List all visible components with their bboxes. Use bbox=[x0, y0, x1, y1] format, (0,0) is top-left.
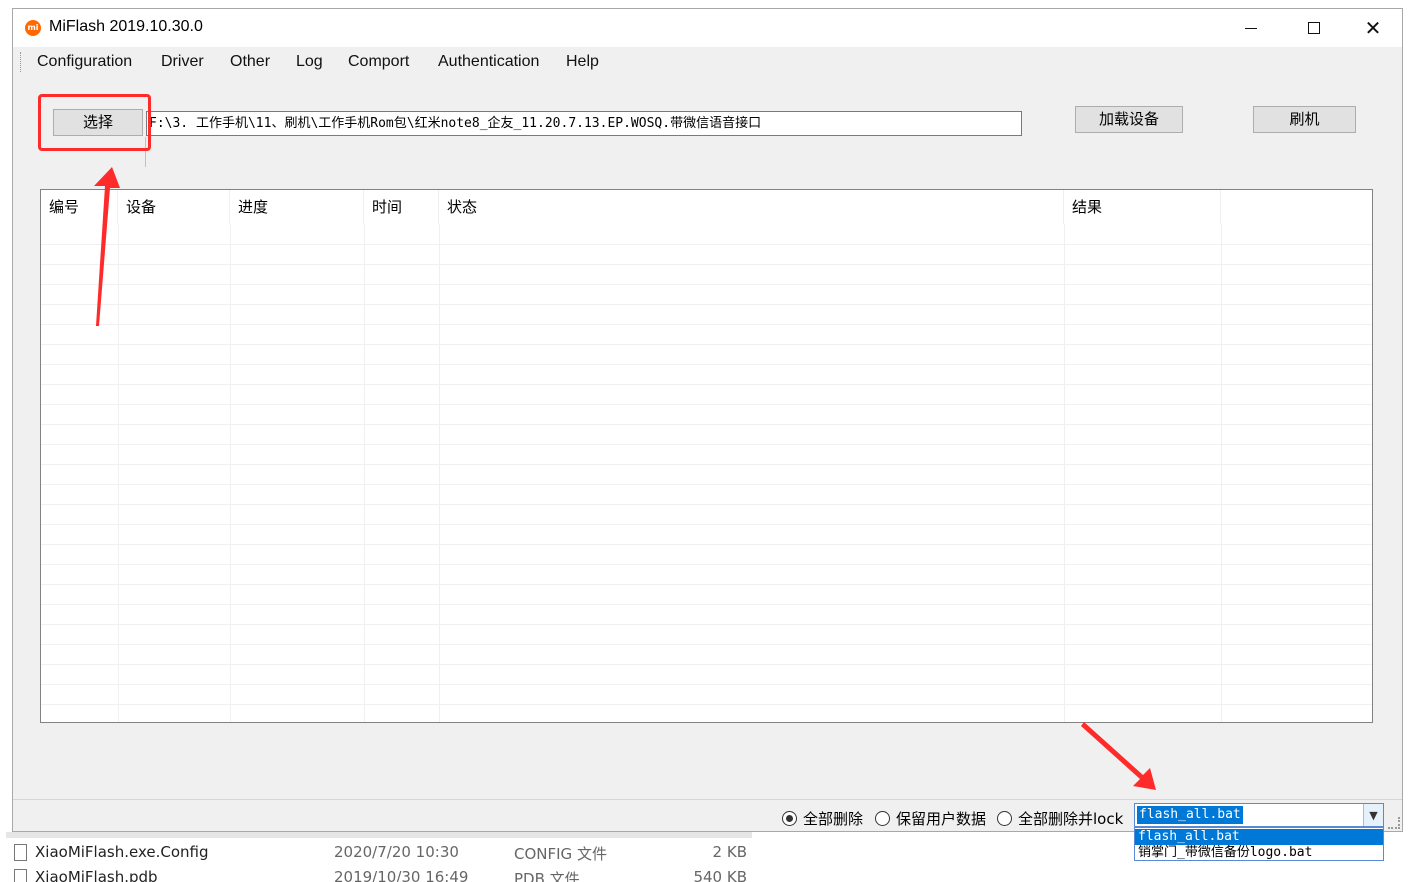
window-title: MiFlash 2019.10.30.0 bbox=[49, 18, 203, 35]
device-table[interactable]: 编号 设备 进度 时间 状态 结果 bbox=[40, 189, 1373, 723]
table-row bbox=[41, 404, 1372, 405]
column-divider bbox=[118, 224, 119, 722]
table-row bbox=[41, 624, 1372, 625]
file-size: 2 KB bbox=[712, 843, 747, 861]
file-type: PDB 文件 bbox=[514, 870, 580, 882]
table-row bbox=[41, 544, 1372, 545]
table-row bbox=[41, 704, 1372, 705]
table-row bbox=[41, 584, 1372, 585]
annotation-highlight-box bbox=[38, 94, 151, 151]
file-row[interactable]: XiaoMiFlash.exe.Config 2020/7/20 10:30 C… bbox=[0, 841, 760, 865]
table-row bbox=[41, 664, 1372, 665]
table-row bbox=[41, 684, 1372, 685]
menu-help[interactable]: Help bbox=[566, 53, 599, 71]
flash-script-dropdown: flash_all.bat 销掌门_带微信备份logo.bat bbox=[1134, 827, 1384, 861]
column-divider bbox=[439, 224, 440, 722]
column-header-status[interactable]: 状态 bbox=[439, 190, 1064, 224]
maximize-button[interactable] bbox=[1285, 9, 1343, 47]
radio-label: 保留用户数据 bbox=[896, 810, 987, 828]
radio-label: 全部删除并lock bbox=[1018, 810, 1124, 828]
background-strip bbox=[0, 0, 12, 882]
table-row bbox=[41, 244, 1372, 245]
minimize-icon bbox=[1245, 27, 1257, 29]
file-name: XiaoMiFlash.pdb bbox=[35, 868, 158, 882]
file-icon bbox=[14, 844, 27, 861]
table-row bbox=[41, 364, 1372, 365]
close-button[interactable]: ✕ bbox=[1344, 9, 1402, 47]
column-divider bbox=[1221, 224, 1222, 722]
flash-button[interactable]: 刷机 bbox=[1253, 106, 1356, 133]
table-row bbox=[41, 384, 1372, 385]
table-row bbox=[41, 344, 1372, 345]
radio-clean-all-and-lock[interactable]: 全部删除并lock bbox=[997, 808, 1123, 829]
column-header-time[interactable]: 时间 bbox=[364, 190, 439, 224]
table-row bbox=[41, 444, 1372, 445]
table-row bbox=[41, 484, 1372, 485]
column-header-result[interactable]: 结果 bbox=[1064, 190, 1221, 224]
resize-grip-icon[interactable] bbox=[1388, 817, 1400, 829]
table-row bbox=[41, 464, 1372, 465]
rom-path-field[interactable]: F:\3. 工作手机\11、刷机\工作手机Rom包\红米note8_企友_11.… bbox=[146, 111, 1022, 136]
menu-configuration[interactable]: Configuration bbox=[37, 53, 132, 71]
table-row bbox=[41, 284, 1372, 285]
flash-script-select[interactable]: flash_all.bat ▼ bbox=[1134, 803, 1384, 827]
radio-save-user-data[interactable]: 保留用户数据 bbox=[875, 808, 986, 829]
dropdown-option[interactable]: flash_all.bat bbox=[1135, 829, 1383, 845]
explorer-separator bbox=[6, 832, 752, 838]
close-icon: ✕ bbox=[1364, 16, 1382, 40]
table-row bbox=[41, 524, 1372, 525]
menu-authentication[interactable]: Authentication bbox=[438, 53, 539, 71]
table-row bbox=[41, 264, 1372, 265]
menu-bar: Configuration Driver Other Log Comport A… bbox=[13, 47, 1402, 77]
radio-clean-all[interactable]: 全部删除 bbox=[782, 808, 863, 829]
file-type: CONFIG 文件 bbox=[514, 845, 607, 863]
radio-icon bbox=[997, 811, 1012, 826]
file-date: 2019/10/30 16:49 bbox=[334, 868, 469, 882]
table-row bbox=[41, 564, 1372, 565]
file-row[interactable]: XiaoMiFlash.pdb 2019/10/30 16:49 PDB 文件 … bbox=[0, 866, 760, 882]
column-divider bbox=[230, 224, 231, 722]
file-size: 540 KB bbox=[693, 868, 747, 882]
radio-label: 全部删除 bbox=[803, 810, 864, 828]
maximize-icon bbox=[1308, 22, 1320, 34]
file-date: 2020/7/20 10:30 bbox=[334, 843, 459, 861]
file-name: XiaoMiFlash.exe.Config bbox=[35, 843, 209, 861]
table-row bbox=[41, 644, 1372, 645]
radio-icon bbox=[875, 811, 890, 826]
table-row bbox=[41, 604, 1372, 605]
table-row bbox=[41, 424, 1372, 425]
column-header-progress[interactable]: 进度 bbox=[230, 190, 364, 224]
file-icon bbox=[14, 869, 27, 882]
menu-driver[interactable]: Driver bbox=[161, 53, 204, 71]
column-divider bbox=[364, 224, 365, 722]
load-device-button[interactable]: 加载设备 bbox=[1075, 106, 1183, 133]
miflash-window: mi MiFlash 2019.10.30.0 ✕ Configuration … bbox=[12, 8, 1403, 832]
title-bar[interactable]: mi MiFlash 2019.10.30.0 ✕ bbox=[13, 9, 1402, 47]
table-row bbox=[41, 304, 1372, 305]
column-header-id[interactable]: 编号 bbox=[41, 190, 118, 224]
minimize-button[interactable] bbox=[1222, 9, 1280, 47]
menu-log[interactable]: Log bbox=[296, 53, 323, 71]
selected-script: flash_all.bat bbox=[1137, 806, 1243, 824]
menu-comport[interactable]: Comport bbox=[348, 53, 409, 71]
mi-logo-icon: mi bbox=[25, 20, 41, 36]
table-header: 编号 设备 进度 时间 状态 结果 bbox=[41, 190, 1372, 224]
menu-grip bbox=[20, 52, 23, 72]
chevron-down-icon[interactable]: ▼ bbox=[1363, 804, 1383, 826]
column-header-device[interactable]: 设备 bbox=[118, 190, 230, 224]
table-row bbox=[41, 504, 1372, 505]
table-row bbox=[41, 324, 1372, 325]
menu-other[interactable]: Other bbox=[230, 53, 270, 71]
radio-checked-icon bbox=[782, 811, 797, 826]
column-divider bbox=[1064, 224, 1065, 722]
dropdown-option[interactable]: 销掌门_带微信备份logo.bat bbox=[1135, 845, 1383, 861]
screen: XiaoMiFlash.exe.Config 2020/7/20 10:30 C… bbox=[0, 0, 1420, 882]
